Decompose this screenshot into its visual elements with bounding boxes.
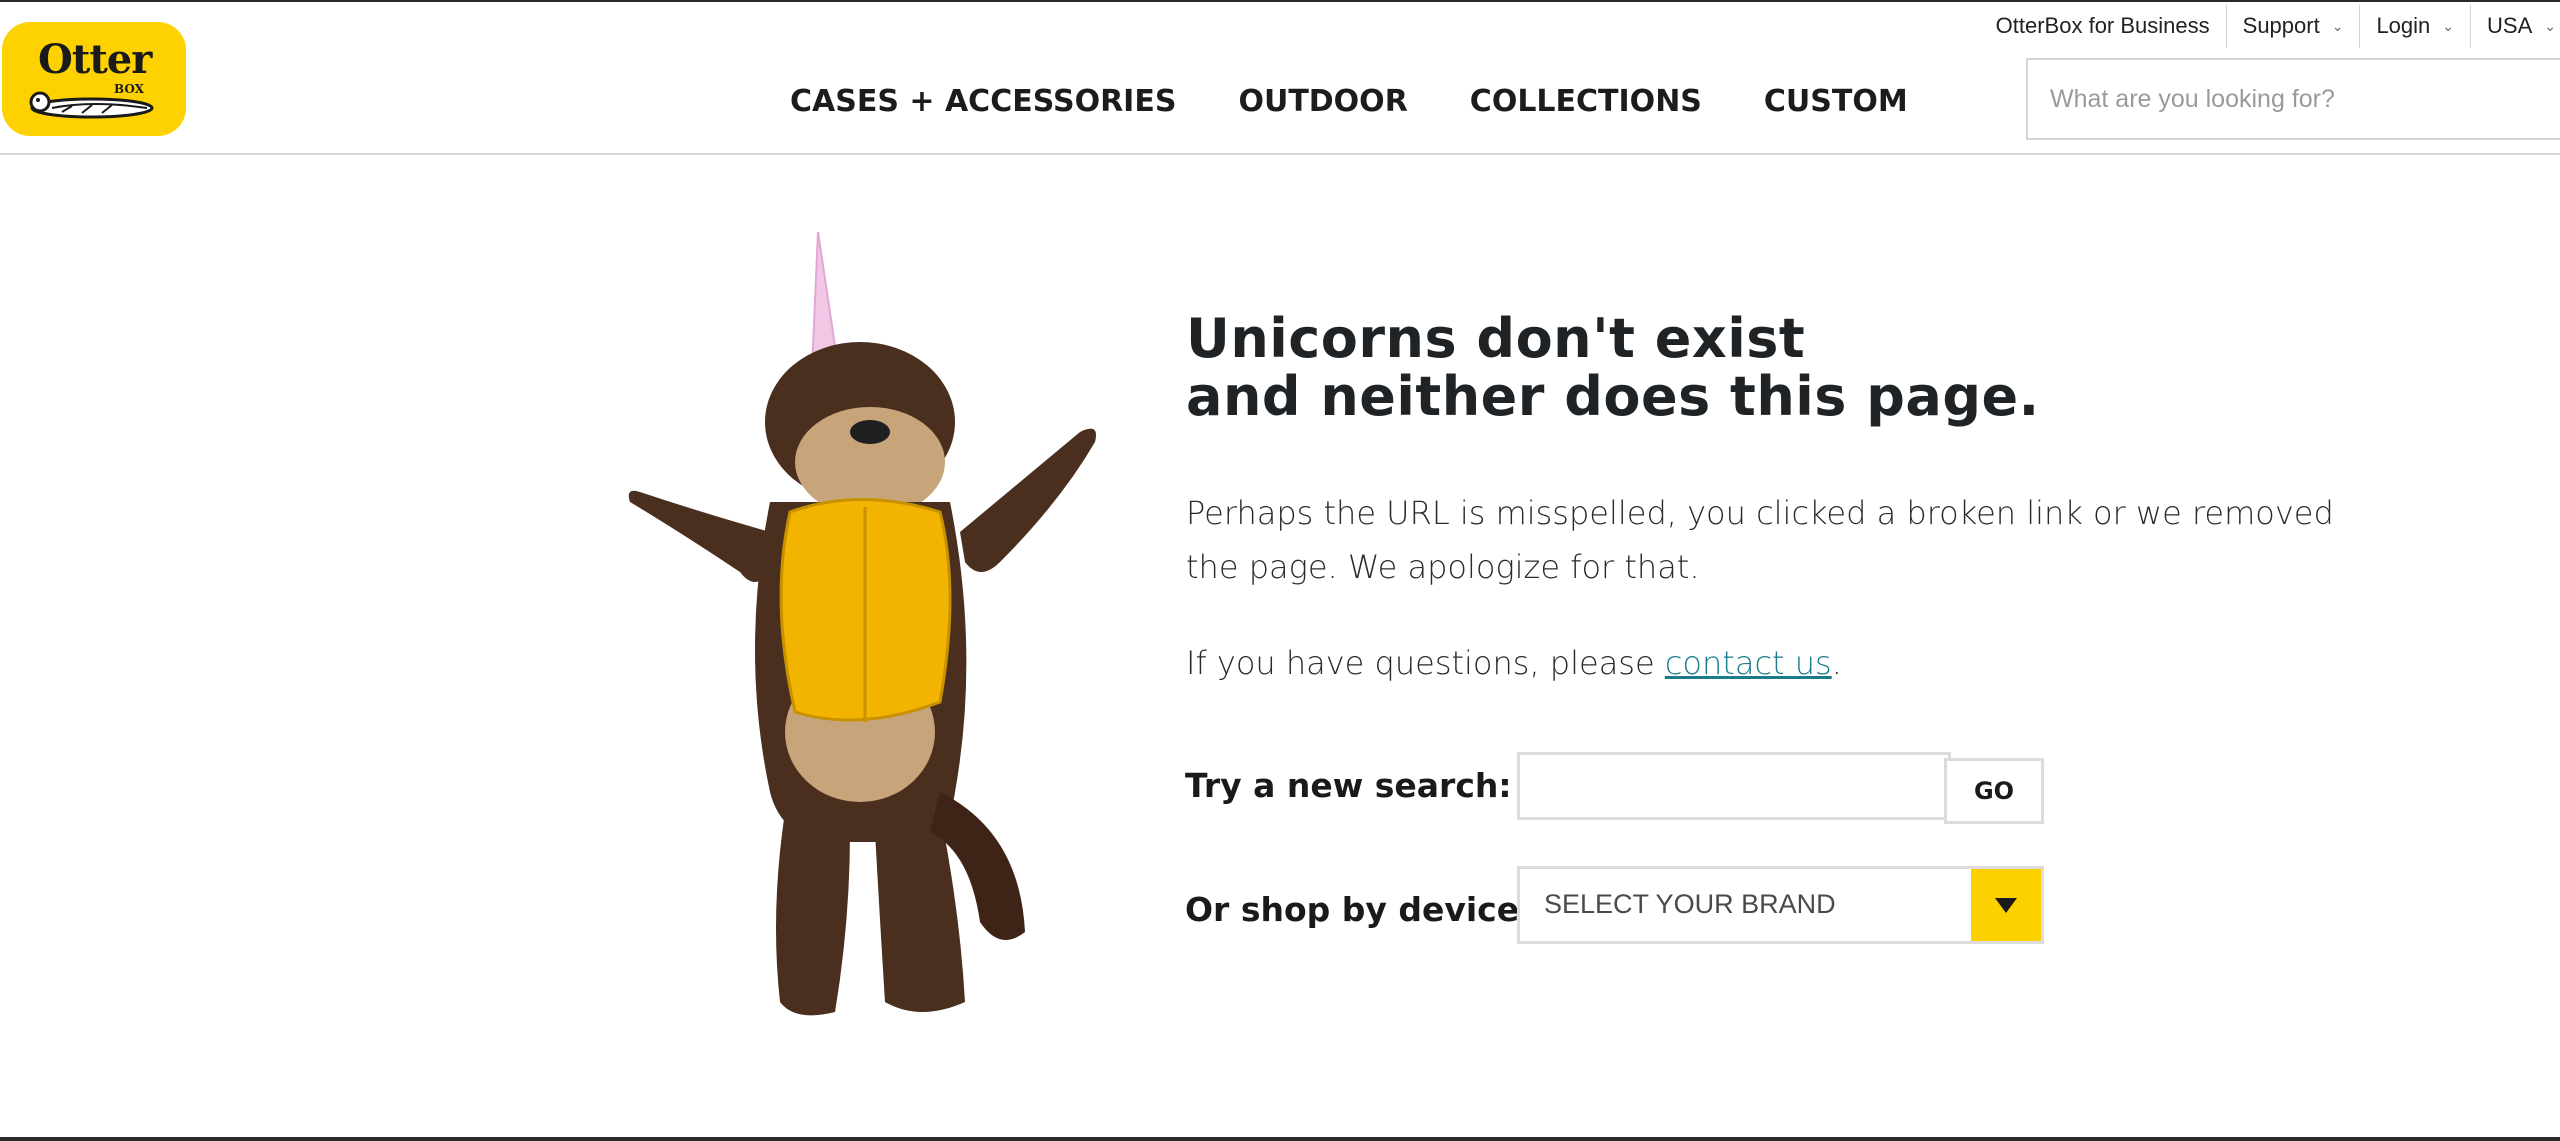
caret-down-icon xyxy=(1971,869,2041,941)
otter-mascot-image xyxy=(628,232,1096,1016)
country-selector[interactable]: USA ⌄ xyxy=(2470,4,2560,48)
business-link-label: OtterBox for Business xyxy=(1995,13,2210,38)
support-menu-label: Support xyxy=(2242,13,2320,38)
otter-logo-icon xyxy=(29,91,154,119)
headline-line-1: Unicorns don't exist xyxy=(1186,307,1806,370)
login-menu-label: Login xyxy=(2376,13,2431,38)
country-selector-label: USA xyxy=(2487,13,2533,38)
contact-us-link[interactable]: contact us xyxy=(1665,644,1832,682)
logo-wordmark: Otter xyxy=(38,36,152,83)
chevron-down-icon: ⌄ xyxy=(2331,17,2344,34)
support-menu[interactable]: Support ⌄ xyxy=(2225,4,2360,48)
contact-prompt: If you have questions, please contact us… xyxy=(1186,636,2346,690)
otterbox-logo[interactable]: Otter BOX xyxy=(2,22,186,136)
header-search-input[interactable] xyxy=(2028,60,2560,138)
nav-outdoor[interactable]: OUTDOOR xyxy=(1238,84,1407,119)
utility-nav: OtterBox for Business Support ⌄ Login ⌄ … xyxy=(1980,4,2560,48)
headline-line-2: and neither does this page. xyxy=(1186,365,2040,428)
shop-by-device-label: Or shop by device: xyxy=(1185,890,1533,929)
chevron-down-icon: ⌄ xyxy=(2544,17,2556,34)
mascot-nose xyxy=(850,420,890,444)
error-content: Unicorns don't exist and neither does th… xyxy=(1186,310,2346,683)
header-search xyxy=(2026,58,2560,140)
error-headline: Unicorns don't exist and neither does th… xyxy=(1186,310,2346,426)
login-menu[interactable]: Login ⌄ xyxy=(2359,4,2470,48)
chevron-down-icon: ⌄ xyxy=(2442,17,2455,34)
business-link[interactable]: OtterBox for Business xyxy=(1980,4,2226,48)
brand-select-value: SELECT YOUR BRAND xyxy=(1544,889,1836,919)
error-explanation: Perhaps the URL is misspelled, you click… xyxy=(1186,494,2334,586)
try-search-input[interactable] xyxy=(1517,752,1951,820)
contact-prompt-period: . xyxy=(1831,644,1842,682)
nav-cases-accessories[interactable]: CASES + ACCESSORIES xyxy=(790,84,1176,119)
contact-prompt-text: If you have questions, please xyxy=(1186,644,1665,682)
mascot-right-arm xyxy=(960,428,1096,572)
site-header: Otter BOX OtterBox for Business Support … xyxy=(0,2,2560,155)
bottom-border xyxy=(0,1137,2560,1141)
try-search-label: Try a new search: xyxy=(1185,766,1512,805)
main-nav: CASES + ACCESSORIES OUTDOOR COLLECTIONS … xyxy=(790,84,1970,119)
nav-collections[interactable]: COLLECTIONS xyxy=(1470,84,1702,119)
mascot-left-arm xyxy=(628,490,770,582)
brand-select-dropdown[interactable]: SELECT YOUR BRAND xyxy=(1517,866,2044,944)
nav-custom[interactable]: CUSTOM xyxy=(1764,84,1908,119)
mascot-left-leg xyxy=(776,812,850,1016)
go-button[interactable]: GO xyxy=(1944,758,2044,824)
